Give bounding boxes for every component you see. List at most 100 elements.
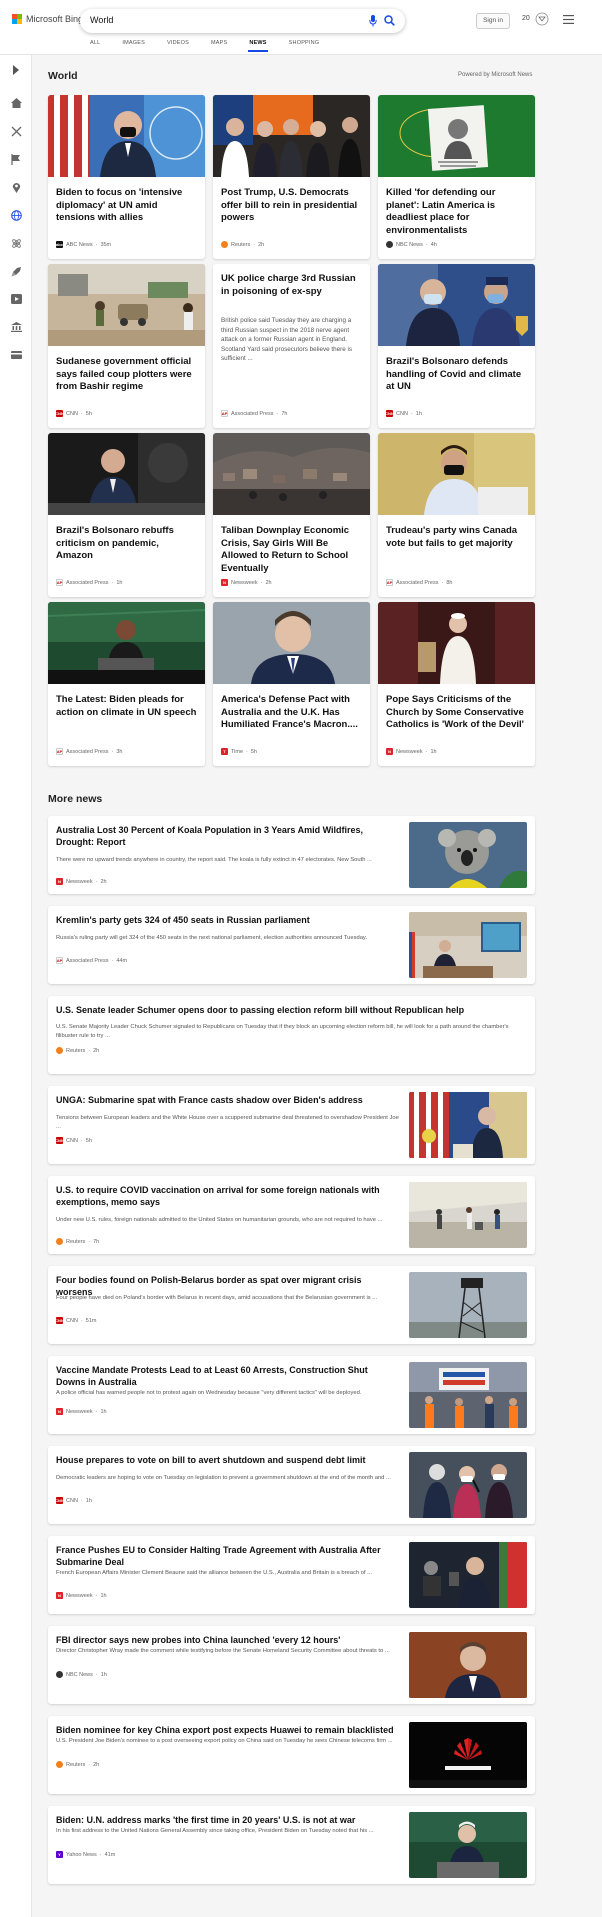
microphone-icon[interactable] bbox=[369, 15, 377, 27]
card-title[interactable]: Sudanese government official says failed… bbox=[56, 356, 198, 394]
rewards-points[interactable]: 20 bbox=[522, 15, 530, 22]
news-card[interactable]: UK police charge 3rd Russian in poisonin… bbox=[213, 264, 370, 428]
card-title[interactable]: The Latest: Biden pleads for action on c… bbox=[56, 694, 198, 719]
card-time: 5h bbox=[250, 748, 257, 755]
card-title[interactable]: Taliban Downplay Economic Crisis, Say Gi… bbox=[221, 525, 363, 575]
news-image bbox=[409, 1542, 527, 1608]
news-meta: N Newsweek · 1h bbox=[56, 1592, 107, 1599]
news-list-item[interactable]: UNGA: Submarine spat with France casts s… bbox=[48, 1086, 535, 1164]
news-title[interactable]: U.S. Senate leader Schumer opens door to… bbox=[56, 1005, 526, 1017]
card-title[interactable]: America's Defense Pact with Australia an… bbox=[221, 694, 363, 732]
money-icon[interactable] bbox=[9, 320, 23, 334]
news-list-item[interactable]: Biden: U.N. address marks 'the first tim… bbox=[48, 1806, 535, 1884]
news-card[interactable]: Pope Says Criticisms of the Church by So… bbox=[378, 602, 535, 766]
card-time: 7h bbox=[281, 410, 288, 417]
news-meta: AP Associated Press · 44m bbox=[56, 957, 128, 964]
news-list-item[interactable]: Four bodies found on Polish-Belarus bord… bbox=[48, 1266, 535, 1344]
flag-icon[interactable] bbox=[9, 152, 23, 166]
hamburger-menu-icon[interactable] bbox=[563, 15, 574, 24]
rocket-icon[interactable] bbox=[9, 264, 23, 278]
news-time: 1h bbox=[100, 1408, 107, 1415]
reuters-icon bbox=[56, 1761, 63, 1768]
newsweek-icon: N bbox=[56, 1592, 63, 1599]
news-list-item[interactable]: Australia Lost 30 Percent of Koala Popul… bbox=[48, 816, 535, 894]
news-card[interactable]: Killed 'for defending our planet': Latin… bbox=[378, 95, 535, 259]
news-time: 41m bbox=[104, 1851, 116, 1858]
search-box[interactable]: World bbox=[80, 9, 405, 33]
tab-all[interactable]: ALL bbox=[90, 40, 100, 46]
news-card[interactable]: Brazil's Bolsonaro rebuffs criticism on … bbox=[48, 433, 205, 597]
tab-shopping[interactable]: SHOPPING bbox=[289, 40, 320, 46]
home-icon[interactable] bbox=[9, 96, 23, 110]
card-time: 1h bbox=[415, 410, 422, 417]
news-title[interactable]: Kremlin's party gets 324 of 450 seats in… bbox=[56, 915, 396, 927]
sports-icon[interactable] bbox=[9, 124, 23, 138]
reuters-icon bbox=[56, 1238, 63, 1245]
card-title[interactable]: Brazil's Bolsonaro defends handling of C… bbox=[386, 356, 528, 394]
card-title[interactable]: UK police charge 3rd Russian in poisonin… bbox=[221, 273, 363, 298]
news-title[interactable]: France Pushes EU to Consider Halting Tra… bbox=[56, 1545, 396, 1568]
news-card[interactable]: The Latest: Biden pleads for action on c… bbox=[48, 602, 205, 766]
tab-news[interactable]: NEWS bbox=[248, 40, 269, 52]
news-image bbox=[409, 1632, 527, 1698]
news-title[interactable]: Vaccine Mandate Protests Lead to at Leas… bbox=[56, 1365, 396, 1388]
card-time: 2h bbox=[258, 241, 265, 248]
card-time: 5h bbox=[85, 410, 92, 417]
card-source: NBC News bbox=[396, 241, 423, 248]
globe-icon[interactable] bbox=[9, 208, 23, 222]
card-title[interactable]: Post Trump, U.S. Democrats offer bill to… bbox=[221, 187, 363, 225]
search-icon[interactable] bbox=[384, 15, 395, 26]
card-title[interactable]: Killed 'for defending our planet': Latin… bbox=[386, 187, 528, 237]
news-title[interactable]: UNGA: Submarine spat with France casts s… bbox=[56, 1095, 396, 1107]
news-card[interactable]: Taliban Downplay Economic Crisis, Say Gi… bbox=[213, 433, 370, 597]
card-icon[interactable] bbox=[9, 348, 23, 362]
news-title[interactable]: FBI director says new probes into China … bbox=[56, 1635, 396, 1647]
news-list-item[interactable]: Vaccine Mandate Protests Lead to at Leas… bbox=[48, 1356, 535, 1434]
news-title[interactable]: Australia Lost 30 Percent of Koala Popul… bbox=[56, 825, 396, 848]
news-snippet: In his first address to the United Natio… bbox=[56, 1828, 374, 1834]
tab-images[interactable]: IMAGES bbox=[122, 40, 145, 46]
news-meta: CNN CNN · 51m bbox=[55, 1317, 97, 1324]
news-meta: Y Yahoo News · 41m bbox=[56, 1851, 115, 1858]
news-source: Reuters bbox=[66, 1761, 86, 1768]
news-card[interactable]: Post Trump, U.S. Democrats offer bill to… bbox=[213, 95, 370, 259]
card-time: 2h bbox=[265, 579, 272, 586]
news-list-item[interactable]: U.S. Senate leader Schumer opens door to… bbox=[48, 996, 535, 1074]
news-snippet: U.S. Senate Majority Leader Chuck Schume… bbox=[56, 1024, 509, 1039]
location-icon[interactable] bbox=[9, 180, 23, 194]
news-card[interactable]: America's Defense Pact with Australia an… bbox=[213, 602, 370, 766]
expand-icon[interactable] bbox=[9, 63, 23, 77]
news-image bbox=[409, 822, 527, 888]
news-list-item[interactable]: House prepares to vote on bill to avert … bbox=[48, 1446, 535, 1524]
sign-in-button[interactable]: Sign in bbox=[476, 13, 510, 29]
news-title[interactable]: Biden nominee for key China export post … bbox=[56, 1725, 396, 1737]
card-time: 1h bbox=[430, 748, 437, 755]
news-list-item[interactable]: France Pushes EU to Consider Halting Tra… bbox=[48, 1536, 535, 1614]
news-card[interactable]: Sudanese government official says failed… bbox=[48, 264, 205, 428]
news-title[interactable]: Biden: U.N. address marks 'the first tim… bbox=[56, 1815, 396, 1827]
search-input[interactable]: World bbox=[90, 15, 113, 25]
entertainment-icon[interactable] bbox=[9, 292, 23, 306]
news-card[interactable]: Trudeau's party wins Canada vote but fai… bbox=[378, 433, 535, 597]
news-list-item[interactable]: U.S. to require COVID vaccination on arr… bbox=[48, 1176, 535, 1254]
news-title[interactable]: U.S. to require COVID vaccination on arr… bbox=[56, 1185, 396, 1208]
card-title[interactable]: Biden to focus on 'intensive diplomacy' … bbox=[56, 187, 198, 225]
news-title[interactable]: House prepares to vote on bill to avert … bbox=[56, 1455, 396, 1467]
news-list-item[interactable]: Biden nominee for key China export post … bbox=[48, 1716, 535, 1794]
card-title[interactable]: Pope Says Criticisms of the Church by So… bbox=[386, 694, 528, 732]
news-list-item[interactable]: Kremlin's party gets 324 of 450 seats in… bbox=[48, 906, 535, 984]
rewards-icon[interactable] bbox=[535, 12, 549, 26]
science-icon[interactable] bbox=[9, 236, 23, 250]
card-title[interactable]: Brazil's Bolsonaro rebuffs criticism on … bbox=[56, 525, 198, 563]
tab-videos[interactable]: VIDEOS bbox=[167, 40, 189, 46]
news-source: Newsweek bbox=[66, 1592, 93, 1599]
news-list-item[interactable]: FBI director says new probes into China … bbox=[48, 1626, 535, 1704]
news-card[interactable]: Brazil's Bolsonaro defends handling of C… bbox=[378, 264, 535, 428]
news-card[interactable]: Biden to focus on 'intensive diplomacy' … bbox=[48, 95, 205, 259]
tab-maps[interactable]: MAPS bbox=[211, 40, 227, 46]
card-title[interactable]: Trudeau's party wins Canada vote but fai… bbox=[386, 525, 528, 550]
bing-logo[interactable]: Microsoft Bing bbox=[12, 14, 83, 24]
news-source: CNN bbox=[66, 1317, 78, 1324]
news-snippet: French European Affairs Minister Clement… bbox=[56, 1570, 372, 1576]
news-source: Newsweek bbox=[66, 878, 93, 885]
